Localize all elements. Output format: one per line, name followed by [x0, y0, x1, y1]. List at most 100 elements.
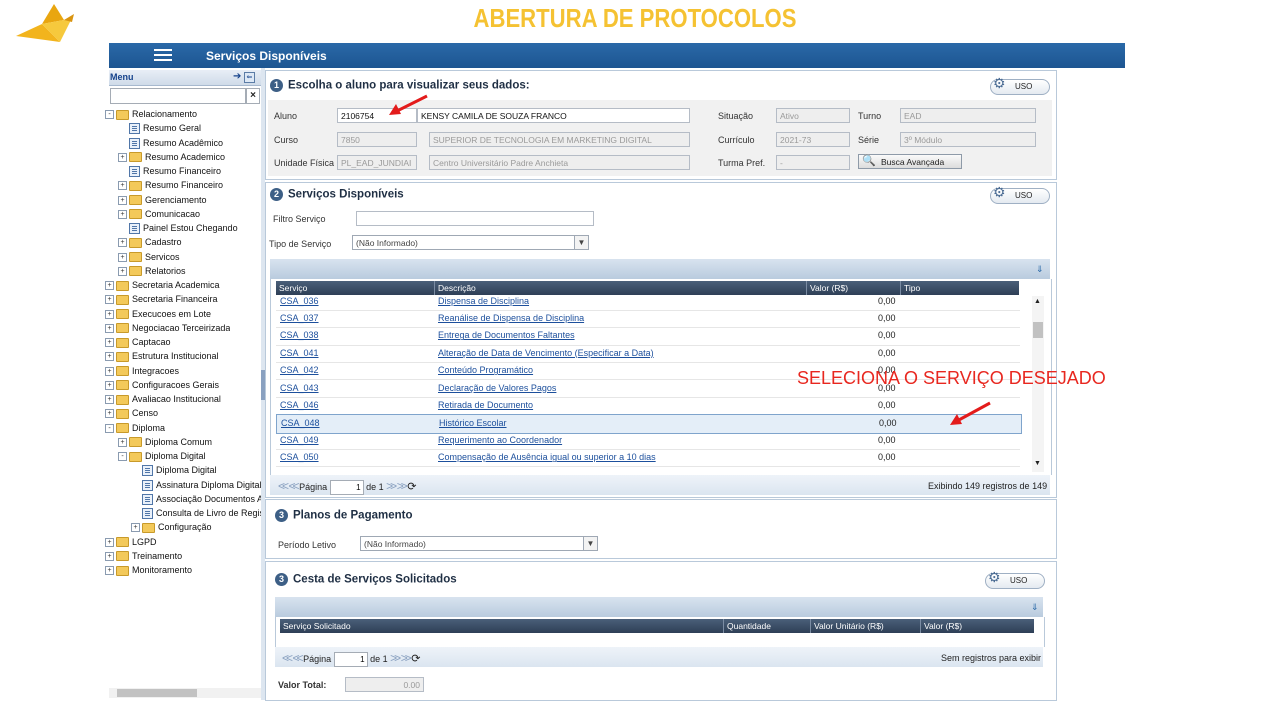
hamburger-menu-icon[interactable]: [154, 49, 172, 62]
table-row[interactable]: CSA_037 Reanálise de Dispensa de Discipli…: [276, 310, 1020, 329]
table-row[interactable]: CSA_041 Alteração de Data de Vencimento (…: [276, 345, 1020, 364]
service-description-link[interactable]: Compensação de Ausência igual ou superio…: [438, 449, 656, 466]
page-input[interactable]: [329, 480, 364, 495]
sidebar-item[interactable]: + Servicos: [118, 251, 180, 264]
sidebar-item[interactable]: + Relatorios: [118, 265, 186, 278]
expand-node-icon[interactable]: +: [118, 181, 127, 191]
table-row[interactable]: CSA_049 Requerimento ao Coordenador 0,00: [276, 432, 1020, 451]
expand-node-icon[interactable]: +: [118, 238, 127, 248]
page-input[interactable]: [333, 652, 368, 667]
service-code-link[interactable]: CSA_042: [280, 362, 319, 379]
scroll-down-icon[interactable]: ▼: [1034, 460, 1041, 467]
col-tipo[interactable]: Tipo: [900, 281, 1019, 295]
col-valor[interactable]: Valor (R$): [806, 281, 900, 295]
sidebar-item[interactable]: Resumo Geral: [118, 122, 201, 135]
sidebar-item[interactable]: + Resumo Financeiro: [118, 179, 223, 192]
expand-node-icon[interactable]: +: [105, 551, 114, 561]
service-code-link[interactable]: CSA_038: [280, 327, 319, 344]
sidebar-collapse-buttons[interactable]: ➔ ⇐: [233, 71, 255, 83]
sidebar-item[interactable]: + Treinamento: [105, 550, 182, 563]
scrollbar-thumb[interactable]: [117, 689, 197, 697]
uso-button[interactable]: ⚙ USO: [985, 570, 1045, 589]
col-quantidade[interactable]: Quantidade: [723, 619, 809, 633]
service-description-link[interactable]: Dispensa de Disciplina: [438, 295, 529, 310]
collapse-node-icon[interactable]: -: [105, 110, 114, 120]
scrollbar-thumb[interactable]: [1033, 322, 1043, 338]
service-description-link[interactable]: Conteúdo Programático: [438, 362, 533, 379]
service-description-link[interactable]: Entrega de Documentos Faltantes: [438, 327, 575, 344]
last-page-icon[interactable]: >>: [401, 651, 412, 665]
service-code-link[interactable]: CSA_046: [280, 397, 319, 414]
expand-node-icon[interactable]: +: [118, 209, 127, 219]
next-page-icon[interactable]: >>: [386, 479, 397, 493]
sidebar-item[interactable]: + Configuração: [131, 521, 212, 534]
sidebar-item[interactable]: Assinatura Diploma Digital: [131, 479, 262, 492]
expand-node-icon[interactable]: +: [105, 281, 114, 291]
service-code-link[interactable]: CSA_050: [280, 449, 319, 466]
sidebar-item[interactable]: + Resumo Academico: [118, 151, 225, 164]
service-description-link[interactable]: Histórico Escolar: [439, 415, 507, 432]
filtro-servico-input[interactable]: [356, 211, 594, 226]
uso-button[interactable]: ⚙ USO: [990, 185, 1050, 204]
col-servico[interactable]: Serviço: [276, 281, 434, 295]
col-servico-solicitado[interactable]: Serviço Solicitado: [280, 619, 723, 633]
service-code-link[interactable]: CSA_037: [280, 310, 319, 327]
prev-page-icon[interactable]: <<: [293, 651, 304, 665]
chevron-down-icon[interactable]: ▼: [583, 537, 597, 550]
expand-node-icon[interactable]: +: [118, 195, 127, 205]
expand-node-icon[interactable]: +: [105, 566, 114, 576]
table-row[interactable]: CSA_046 Retirada de Documento 0,00: [276, 397, 1020, 416]
refresh-icon[interactable]: ⟳: [407, 481, 416, 493]
service-code-link[interactable]: CSA_041: [280, 345, 319, 362]
collapse-icon[interactable]: ⇐: [243, 72, 255, 83]
service-code-link[interactable]: CSA_043: [280, 380, 319, 397]
clear-search-button[interactable]: ×: [246, 88, 260, 104]
prev-page-icon[interactable]: <<: [289, 479, 300, 493]
last-page-icon[interactable]: >>: [397, 479, 408, 493]
table-row[interactable]: CSA_038 Entrega de Documentos Faltantes 0,…: [276, 327, 1020, 346]
sidebar-item[interactable]: + Secretaria Academica: [105, 279, 220, 292]
service-description-link[interactable]: Alteração de Data de Vencimento (Especif…: [438, 345, 654, 362]
busca-avancada-button[interactable]: 🔍 Busca Avançada: [858, 154, 962, 169]
service-description-link[interactable]: Reanálise de Dispensa de Disciplina: [438, 310, 584, 327]
sidebar-item[interactable]: Consulta de Livro de Regist: [131, 507, 262, 520]
sidebar-item[interactable]: Associação Documentos Al: [131, 493, 262, 506]
col-valor-unitario[interactable]: Valor Unitário (R$): [810, 619, 920, 633]
uso-button[interactable]: ⚙ USO: [990, 76, 1050, 95]
expand-node-icon[interactable]: +: [131, 523, 140, 533]
table-row[interactable]: CSA_036 Dispensa de Disciplina 0,00: [276, 295, 1020, 311]
next-page-icon[interactable]: >>: [390, 651, 401, 665]
grid-options-icon[interactable]: ⇓: [1036, 264, 1044, 275]
col-valor[interactable]: Valor (R$): [920, 619, 1008, 633]
tipo-servico-select[interactable]: (Não Informado) ▼: [352, 235, 589, 250]
service-description-link[interactable]: Requerimento ao Coordenador: [438, 432, 562, 449]
sidebar-item[interactable]: + Gerenciamento: [118, 194, 207, 207]
sidebar-item[interactable]: Resumo Financeiro: [118, 165, 221, 178]
service-description-link[interactable]: Declaração de Valores Pagos: [438, 380, 556, 397]
sidebar-item[interactable]: + Comunicacao: [118, 208, 200, 221]
sidebar-item[interactable]: Resumo Acadêmico: [118, 137, 223, 150]
periodo-select[interactable]: (Não Informado) ▼: [360, 536, 598, 551]
expand-node-icon[interactable]: +: [118, 152, 127, 162]
service-description-link[interactable]: Retirada de Documento: [438, 397, 533, 414]
sidebar-item[interactable]: + Cadastro: [118, 236, 182, 249]
first-page-icon[interactable]: <<: [278, 479, 289, 493]
expand-node-icon[interactable]: +: [118, 266, 127, 276]
grid-options-icon[interactable]: ⇓: [1031, 602, 1039, 613]
col-descricao[interactable]: Descrição: [434, 281, 805, 295]
sidebar-item[interactable]: + Monitoramento: [105, 564, 192, 577]
sidebar-item[interactable]: + LGPD: [105, 536, 157, 549]
service-code-link[interactable]: CSA_048: [281, 415, 320, 432]
sidebar-item[interactable]: - Relacionamento: [105, 108, 197, 121]
sidebar-item[interactable]: Painel Estou Chegando: [118, 222, 238, 235]
expand-node-icon[interactable]: +: [105, 537, 114, 547]
first-page-icon[interactable]: <<: [282, 651, 293, 665]
expand-node-icon[interactable]: +: [118, 252, 127, 262]
table-row[interactable]: CSA_050 Compensação de Ausência igual ou …: [276, 449, 1020, 468]
service-code-link[interactable]: CSA_049: [280, 432, 319, 449]
chevron-down-icon[interactable]: ▼: [574, 236, 588, 249]
scroll-up-icon[interactable]: ▲: [1034, 298, 1041, 305]
sidebar-search-input[interactable]: [110, 88, 246, 104]
aluno-name-field[interactable]: KENSY CAMILA DE SOUZA FRANCO: [417, 108, 690, 123]
refresh-icon[interactable]: ➔: [233, 71, 241, 82]
